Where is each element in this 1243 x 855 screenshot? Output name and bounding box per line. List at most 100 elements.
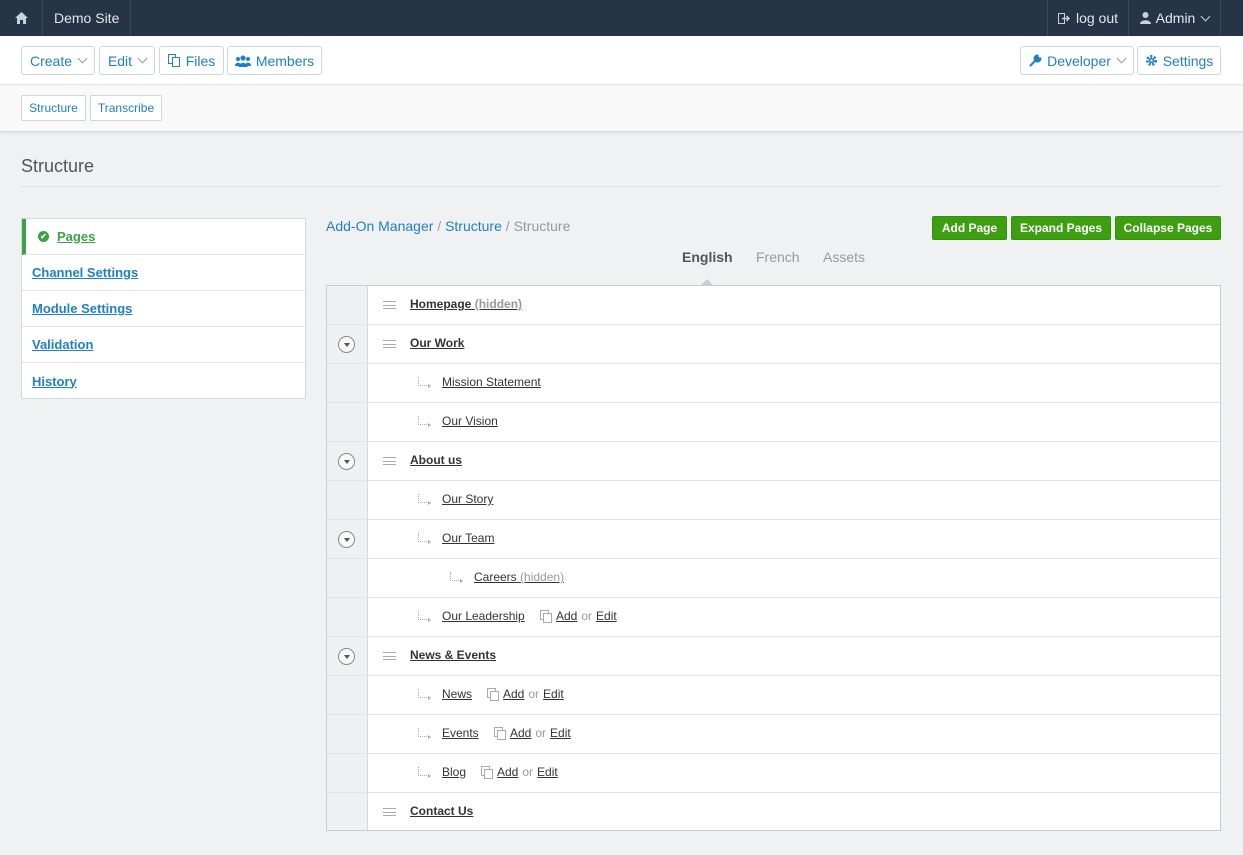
- page-link[interactable]: Contact Us: [410, 804, 473, 818]
- members-icon: [234, 54, 251, 67]
- edit-entries-link[interactable]: Edit: [543, 687, 564, 701]
- developer-label: Developer: [1047, 52, 1111, 69]
- expand-pages-button[interactable]: Expand Pages: [1011, 216, 1111, 240]
- entries-icon: [481, 766, 493, 779]
- drag-handle-icon[interactable]: [383, 808, 396, 816]
- settings-label: Settings: [1162, 52, 1214, 69]
- child-arrow-icon: [418, 728, 431, 739]
- entries-icon: [487, 688, 499, 701]
- sidebar-item-module-settings[interactable]: Module Settings: [22, 291, 305, 327]
- site-name-link[interactable]: Demo Site: [43, 0, 132, 36]
- chevron-down-icon: [1116, 53, 1127, 64]
- add-entry-link[interactable]: Add: [556, 609, 577, 623]
- collapse-toggle-icon[interactable]: [338, 453, 355, 470]
- hidden-tag: (hidden): [520, 570, 565, 584]
- tree-row: Our Leadership Add or Edit: [327, 598, 1220, 637]
- hidden-tag: (hidden): [474, 297, 523, 311]
- page-link[interactable]: News: [442, 687, 472, 701]
- child-arrow-icon: [418, 611, 431, 622]
- sidebar-item-history[interactable]: History: [22, 363, 305, 399]
- child-arrow-icon: [418, 494, 431, 505]
- tree-row: Our Vision: [327, 403, 1220, 442]
- page-link[interactable]: About us: [410, 453, 462, 467]
- page-link[interactable]: Events: [442, 726, 479, 740]
- drag-handle-icon[interactable]: [383, 457, 396, 465]
- tree-row: Our Story: [327, 481, 1220, 520]
- collapse-toggle-icon[interactable]: [338, 531, 355, 548]
- page-link[interactable]: Our Work: [410, 336, 464, 350]
- tree-row: News Add or Edit: [327, 676, 1220, 715]
- sidebar-item-pages[interactable]: ✔ Pages: [22, 219, 305, 255]
- page-link[interactable]: Homepage (hidden): [410, 297, 522, 311]
- page-link[interactable]: News & Events: [410, 648, 496, 662]
- collapse-toggle-icon[interactable]: [338, 648, 355, 665]
- tab-assets[interactable]: Assets: [823, 249, 865, 265]
- transcribe-shortcut-button[interactable]: Transcribe: [90, 95, 162, 121]
- developer-menu-button[interactable]: Developer: [1020, 46, 1134, 75]
- logout-link[interactable]: log out: [1047, 0, 1128, 36]
- edit-entries-link[interactable]: Edit: [596, 609, 617, 623]
- add-entry-link[interactable]: Add: [497, 765, 518, 779]
- entries-icon: [540, 610, 552, 623]
- sidebar-item-label: Pages: [57, 229, 96, 244]
- entry-actions: Add or Edit: [494, 726, 571, 740]
- user-icon: [1139, 12, 1151, 24]
- create-label: Create: [29, 52, 73, 69]
- tree-row: Events Add or Edit: [327, 715, 1220, 754]
- chevron-down-icon: [1200, 11, 1211, 21]
- settings-button[interactable]: Settings: [1137, 46, 1221, 75]
- collapse-toggle-icon[interactable]: [338, 336, 355, 353]
- child-arrow-icon: [418, 767, 431, 778]
- child-arrow-icon: [418, 377, 431, 388]
- edit-entries-link[interactable]: Edit: [537, 765, 558, 779]
- page-link[interactable]: Our Team: [442, 531, 494, 545]
- add-entry-link[interactable]: Add: [510, 726, 531, 740]
- sidebar-item-channel-settings[interactable]: Channel Settings: [22, 255, 305, 291]
- page-link[interactable]: Mission Statement: [442, 375, 541, 389]
- page-link[interactable]: Our Leadership: [442, 609, 525, 623]
- check-circle-icon: ✔: [38, 231, 49, 242]
- admin-menu[interactable]: Admin: [1128, 0, 1221, 36]
- edit-menu-button[interactable]: Edit: [99, 46, 155, 75]
- drag-handle-icon[interactable]: [383, 340, 396, 348]
- tree-row: News & Events: [327, 637, 1220, 676]
- sidebar-item-validation[interactable]: Validation: [22, 327, 305, 363]
- admin-label: Admin: [1155, 10, 1196, 26]
- page-link[interactable]: Our Vision: [442, 414, 498, 428]
- gear-icon: [1145, 55, 1157, 66]
- tree-row: Our Team: [327, 520, 1220, 559]
- main-nav: Create Edit Files Members Developer Sett…: [0, 36, 1243, 85]
- wrench-icon: [1029, 54, 1042, 67]
- tree-row: Homepage (hidden): [327, 286, 1220, 325]
- page-link[interactable]: Careers (hidden): [474, 570, 564, 584]
- home-icon[interactable]: [0, 0, 43, 36]
- structure-shortcut-button[interactable]: Structure: [21, 95, 86, 121]
- drag-handle-icon[interactable]: [383, 652, 396, 660]
- page-link[interactable]: Blog: [442, 765, 466, 779]
- collapse-pages-button[interactable]: Collapse Pages: [1115, 216, 1221, 240]
- breadcrumb-structure[interactable]: Structure: [445, 218, 502, 234]
- entry-actions: Add or Edit: [481, 765, 558, 779]
- files-button[interactable]: Files: [159, 46, 224, 75]
- edit-entries-link[interactable]: Edit: [550, 726, 571, 740]
- or-label: or: [535, 726, 547, 740]
- drag-handle-icon[interactable]: [383, 301, 396, 309]
- breadcrumb-current: Structure: [513, 218, 571, 234]
- create-menu-button[interactable]: Create: [21, 46, 95, 75]
- or-label: or: [581, 609, 593, 623]
- add-entry-link[interactable]: Add: [503, 687, 524, 701]
- add-page-button[interactable]: Add Page: [932, 216, 1007, 240]
- sidebar: ✔ Pages Channel Settings Module Settings…: [21, 218, 306, 399]
- logout-icon: [1057, 12, 1070, 24]
- tree-row: Contact Us: [327, 793, 1220, 832]
- sub-nav: Structure Transcribe: [0, 85, 1243, 132]
- tree-row: Mission Statement: [327, 364, 1220, 403]
- files-label: Files: [185, 52, 216, 69]
- tab-english[interactable]: English: [682, 249, 733, 265]
- tab-french[interactable]: French: [756, 249, 800, 265]
- page-link[interactable]: Our Story: [442, 492, 493, 506]
- page-name: Homepage: [410, 297, 472, 311]
- breadcrumb-addon-manager[interactable]: Add-On Manager: [326, 218, 433, 234]
- breadcrumb-separator: /: [437, 218, 442, 234]
- members-button[interactable]: Members: [227, 46, 322, 75]
